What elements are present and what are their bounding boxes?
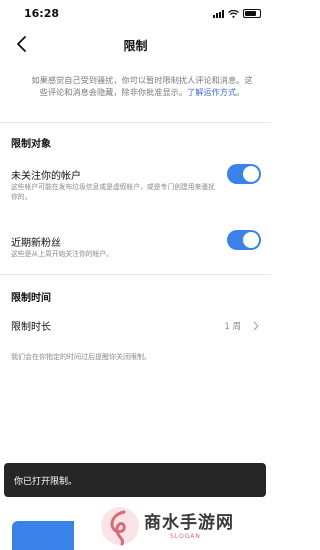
bottom-action-button[interactable] <box>12 521 74 550</box>
new-followers-toggle[interactable] <box>227 230 261 250</box>
restrict-duration-value: 1 周 <box>224 322 241 332</box>
section-title-restrict-targets: 限制对象 <box>11 139 51 150</box>
battery-icon <box>243 9 261 18</box>
restrict-notice: 如果感觉自己受到骚扰，你可以暂时限制扰人评论和消息。这些评论和消息会隐藏，除非你… <box>28 74 256 98</box>
non-followers-description: 这些帐户可能在发布垃圾信息或是虚假帐户，或是专门创建用来骚扰你的。 <box>11 183 215 201</box>
new-followers-label: 近期新粉丝 <box>11 238 61 249</box>
divider <box>0 274 271 275</box>
toast-message: 你已打开限制。 <box>14 477 78 487</box>
restrict-duration-label: 限制时长 <box>11 322 51 333</box>
watermark: 商水手游网 SLOGAN <box>100 502 270 550</box>
status-time: 16:28 <box>24 7 60 20</box>
restrict-duration-footnote: 我们会在你指定的时间过后提醒你关闭限制。 <box>11 353 151 361</box>
section-title-restrict-time: 限制时间 <box>11 293 51 304</box>
new-followers-description: 这些是从上周开始关注你的帐户。 <box>11 250 113 258</box>
learn-more-link[interactable]: 了解运作方式 <box>187 87 236 97</box>
signal-icon <box>213 9 224 18</box>
watermark-name: 商水手游网 <box>144 513 234 533</box>
status-bar: 16:28 <box>0 0 271 26</box>
notice-end: 。 <box>236 87 245 97</box>
toggle-knob <box>243 232 259 248</box>
nav-bar: 限制 <box>0 28 271 60</box>
divider <box>0 122 271 123</box>
non-followers-label: 未关注你的帐户 <box>11 171 81 182</box>
watermark-logo <box>101 507 139 546</box>
page-title: 限制 <box>123 39 148 53</box>
chevron-right-icon <box>253 321 259 331</box>
toast: 你已打开限制。 <box>4 463 266 497</box>
toggle-knob <box>243 166 259 182</box>
watermark-slogan: SLOGAN <box>170 533 201 540</box>
wifi-icon <box>228 9 239 18</box>
status-icons <box>213 9 261 18</box>
non-followers-toggle[interactable] <box>227 164 261 184</box>
